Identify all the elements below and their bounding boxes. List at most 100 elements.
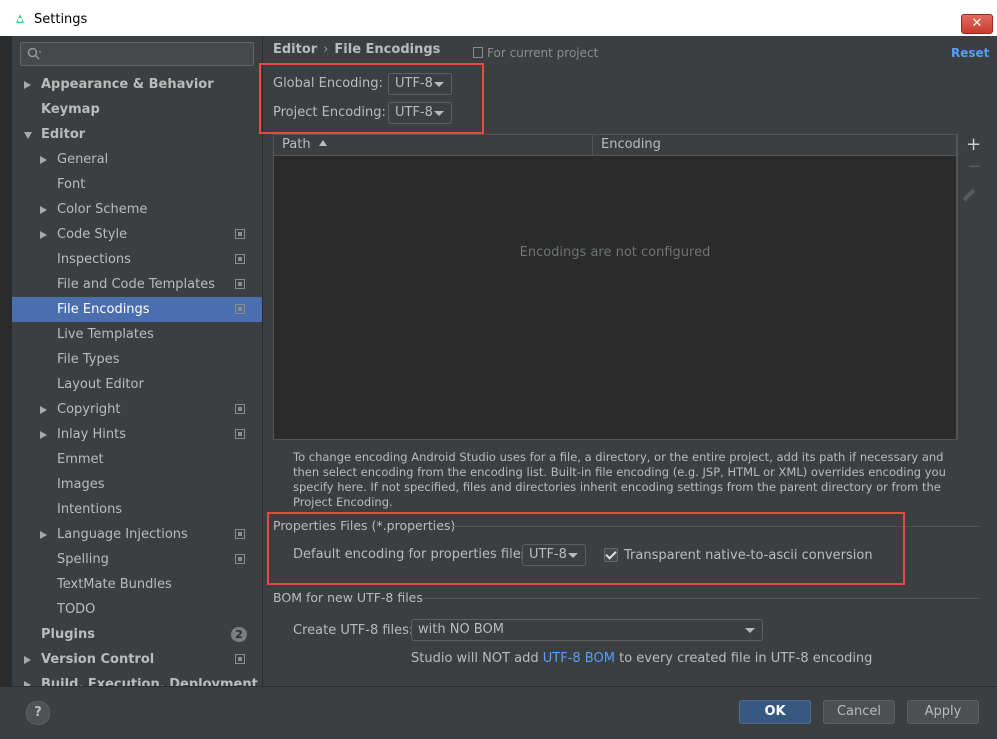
sidebar-item-label: General [57, 152, 109, 167]
sidebar-item-general[interactable]: General [12, 147, 262, 172]
sidebar-item-label: File Types [57, 352, 120, 367]
sidebar-item-label: TODO [57, 602, 96, 617]
create-utf8-label: Create UTF-8 files: [293, 623, 414, 638]
path-encoding-table[interactable]: Path Encoding Encodings are not configur… [273, 134, 957, 440]
chevron-down-icon [745, 628, 755, 633]
bom-note: Studio will NOT add UTF-8 BOM to every c… [411, 651, 872, 666]
sidebar-item-label: Layout Editor [57, 377, 144, 392]
chevron-right-icon[interactable] [40, 231, 47, 239]
android-studio-icon [16, 14, 24, 23]
sidebar-item-label: Build, Execution, Deployment [41, 677, 258, 686]
sidebar-item-live-templates[interactable]: Live Templates [12, 322, 262, 347]
sidebar-item-inlay-hints[interactable]: Inlay Hints [12, 422, 262, 447]
sidebar-item-plugins[interactable]: Plugins 2 [12, 622, 262, 647]
bom-group-title: BOM for new UTF-8 files [273, 590, 423, 605]
sidebar-item-inspections[interactable]: Inspections [12, 247, 262, 272]
project-scope-icon [235, 554, 245, 564]
breadcrumb-parent[interactable]: Editor [273, 42, 317, 57]
project-scope-icon [235, 404, 245, 414]
sidebar-item-label: Code Style [57, 227, 128, 242]
dialog-footer: ? OK Cancel Apply [0, 686, 997, 739]
help-button[interactable]: ? [26, 701, 50, 725]
sidebar-item-label: File and Code Templates [57, 277, 215, 292]
sidebar-item-layout-editor[interactable]: Layout Editor [12, 372, 262, 397]
sidebar-item-file-and-code-templates[interactable]: File and Code Templates [12, 272, 262, 297]
title-bar: Settings ✕ [0, 0, 997, 37]
sidebar-item-todo[interactable]: TODO [12, 597, 262, 622]
sidebar-item-label: Spelling [57, 552, 109, 567]
sidebar-item-label: Editor [41, 127, 86, 142]
sidebar-item-font[interactable]: Font [12, 172, 262, 197]
sidebar-item-spelling[interactable]: Spelling [12, 547, 262, 572]
column-encoding[interactable]: Encoding [601, 137, 661, 152]
sidebar-item-label: Version Control [41, 652, 155, 667]
add-icon[interactable]: + [966, 134, 981, 155]
chevron-right-icon[interactable] [40, 531, 47, 539]
sidebar-item-keymap[interactable]: Keymap [12, 97, 262, 122]
chevron-right-icon[interactable] [40, 431, 47, 439]
for-project-note: For current project [473, 46, 598, 60]
sidebar-item-label: Live Templates [57, 327, 154, 342]
project-scope-icon [235, 279, 245, 289]
sidebar-item-editor[interactable]: Editor [12, 122, 262, 147]
sidebar-item-intentions[interactable]: Intentions [12, 497, 262, 522]
project-scope-icon [235, 304, 245, 314]
sidebar-item-images[interactable]: Images [12, 472, 262, 497]
breadcrumb: Editor › File Encodings [273, 42, 440, 57]
sidebar-item-label: Intentions [57, 502, 123, 517]
sidebar-item-file-types[interactable]: File Types [12, 347, 262, 372]
sidebar-item-label: Keymap [41, 102, 100, 117]
breadcrumb-current: File Encodings [334, 42, 441, 57]
sidebar-item-copyright[interactable]: Copyright [12, 397, 262, 422]
chevron-right-icon[interactable] [24, 656, 31, 664]
table-header: Path Encoding [274, 135, 956, 156]
cancel-button[interactable]: Cancel [823, 700, 895, 724]
sidebar-item-label: Emmet [57, 452, 104, 467]
sidebar-item-language-injections[interactable]: Language Injections [12, 522, 262, 547]
table-toolbar: + − [957, 134, 988, 440]
for-project-label: For current project [487, 46, 599, 60]
sidebar-item-label: File Encodings [57, 302, 150, 317]
search-icon [27, 47, 41, 60]
chevron-right-icon[interactable] [40, 406, 47, 414]
ok-button[interactable]: OK [739, 700, 811, 724]
reset-link[interactable]: Reset [951, 46, 989, 60]
sidebar-item-file-encodings[interactable]: File Encodings [12, 297, 262, 322]
sort-ascending-icon [318, 140, 327, 146]
highlight-box-encodings [259, 63, 484, 134]
search-input[interactable] [20, 42, 254, 66]
bom-dropdown[interactable]: with NO BOM [411, 619, 763, 641]
encoding-help-text: To change encoding Android Studio uses f… [293, 450, 946, 509]
sidebar-item-label: Copyright [57, 402, 121, 417]
sidebar-item-label: TextMate Bundles [57, 577, 172, 592]
column-divider [592, 135, 593, 155]
project-scope-icon [473, 47, 483, 58]
chevron-down-icon[interactable] [24, 132, 32, 139]
sidebar-item-build-execution-deployment[interactable]: Build, Execution, Deployment [12, 672, 262, 686]
sidebar-item-emmet[interactable]: Emmet [12, 447, 262, 472]
utf8-bom-link[interactable]: UTF-8 BOM [543, 651, 615, 666]
breadcrumb-separator: › [323, 42, 329, 57]
sidebar-item-textmate-bundles[interactable]: TextMate Bundles [12, 572, 262, 597]
sidebar-item-code-style[interactable]: Code Style [12, 222, 262, 247]
remove-icon[interactable]: − [967, 156, 982, 177]
sidebar-item-appearance-behavior[interactable]: Appearance & Behavior [12, 72, 262, 97]
chevron-right-icon[interactable] [24, 81, 31, 89]
sidebar-item-label: Plugins [41, 627, 95, 642]
chevron-right-icon[interactable] [40, 206, 47, 214]
project-scope-icon [235, 254, 245, 264]
chevron-right-icon[interactable] [40, 156, 47, 164]
sidebar-item-color-scheme[interactable]: Color Scheme [12, 197, 262, 222]
bom-note-prefix: Studio will NOT add [411, 651, 539, 666]
sidebar-item-label: Font [57, 177, 86, 192]
sidebar-item-label: Color Scheme [57, 202, 148, 217]
column-path-label: Path [282, 137, 311, 152]
bom-note-suffix: to every created file in UTF-8 encoding [619, 651, 873, 666]
sidebar-item-version-control[interactable]: Version Control [12, 647, 262, 672]
close-button[interactable]: ✕ [961, 14, 993, 34]
apply-button[interactable]: Apply [907, 700, 979, 724]
project-scope-icon [235, 654, 245, 664]
column-path[interactable]: Path [282, 137, 327, 152]
project-scope-icon [235, 429, 245, 439]
edit-icon[interactable] [962, 188, 976, 202]
